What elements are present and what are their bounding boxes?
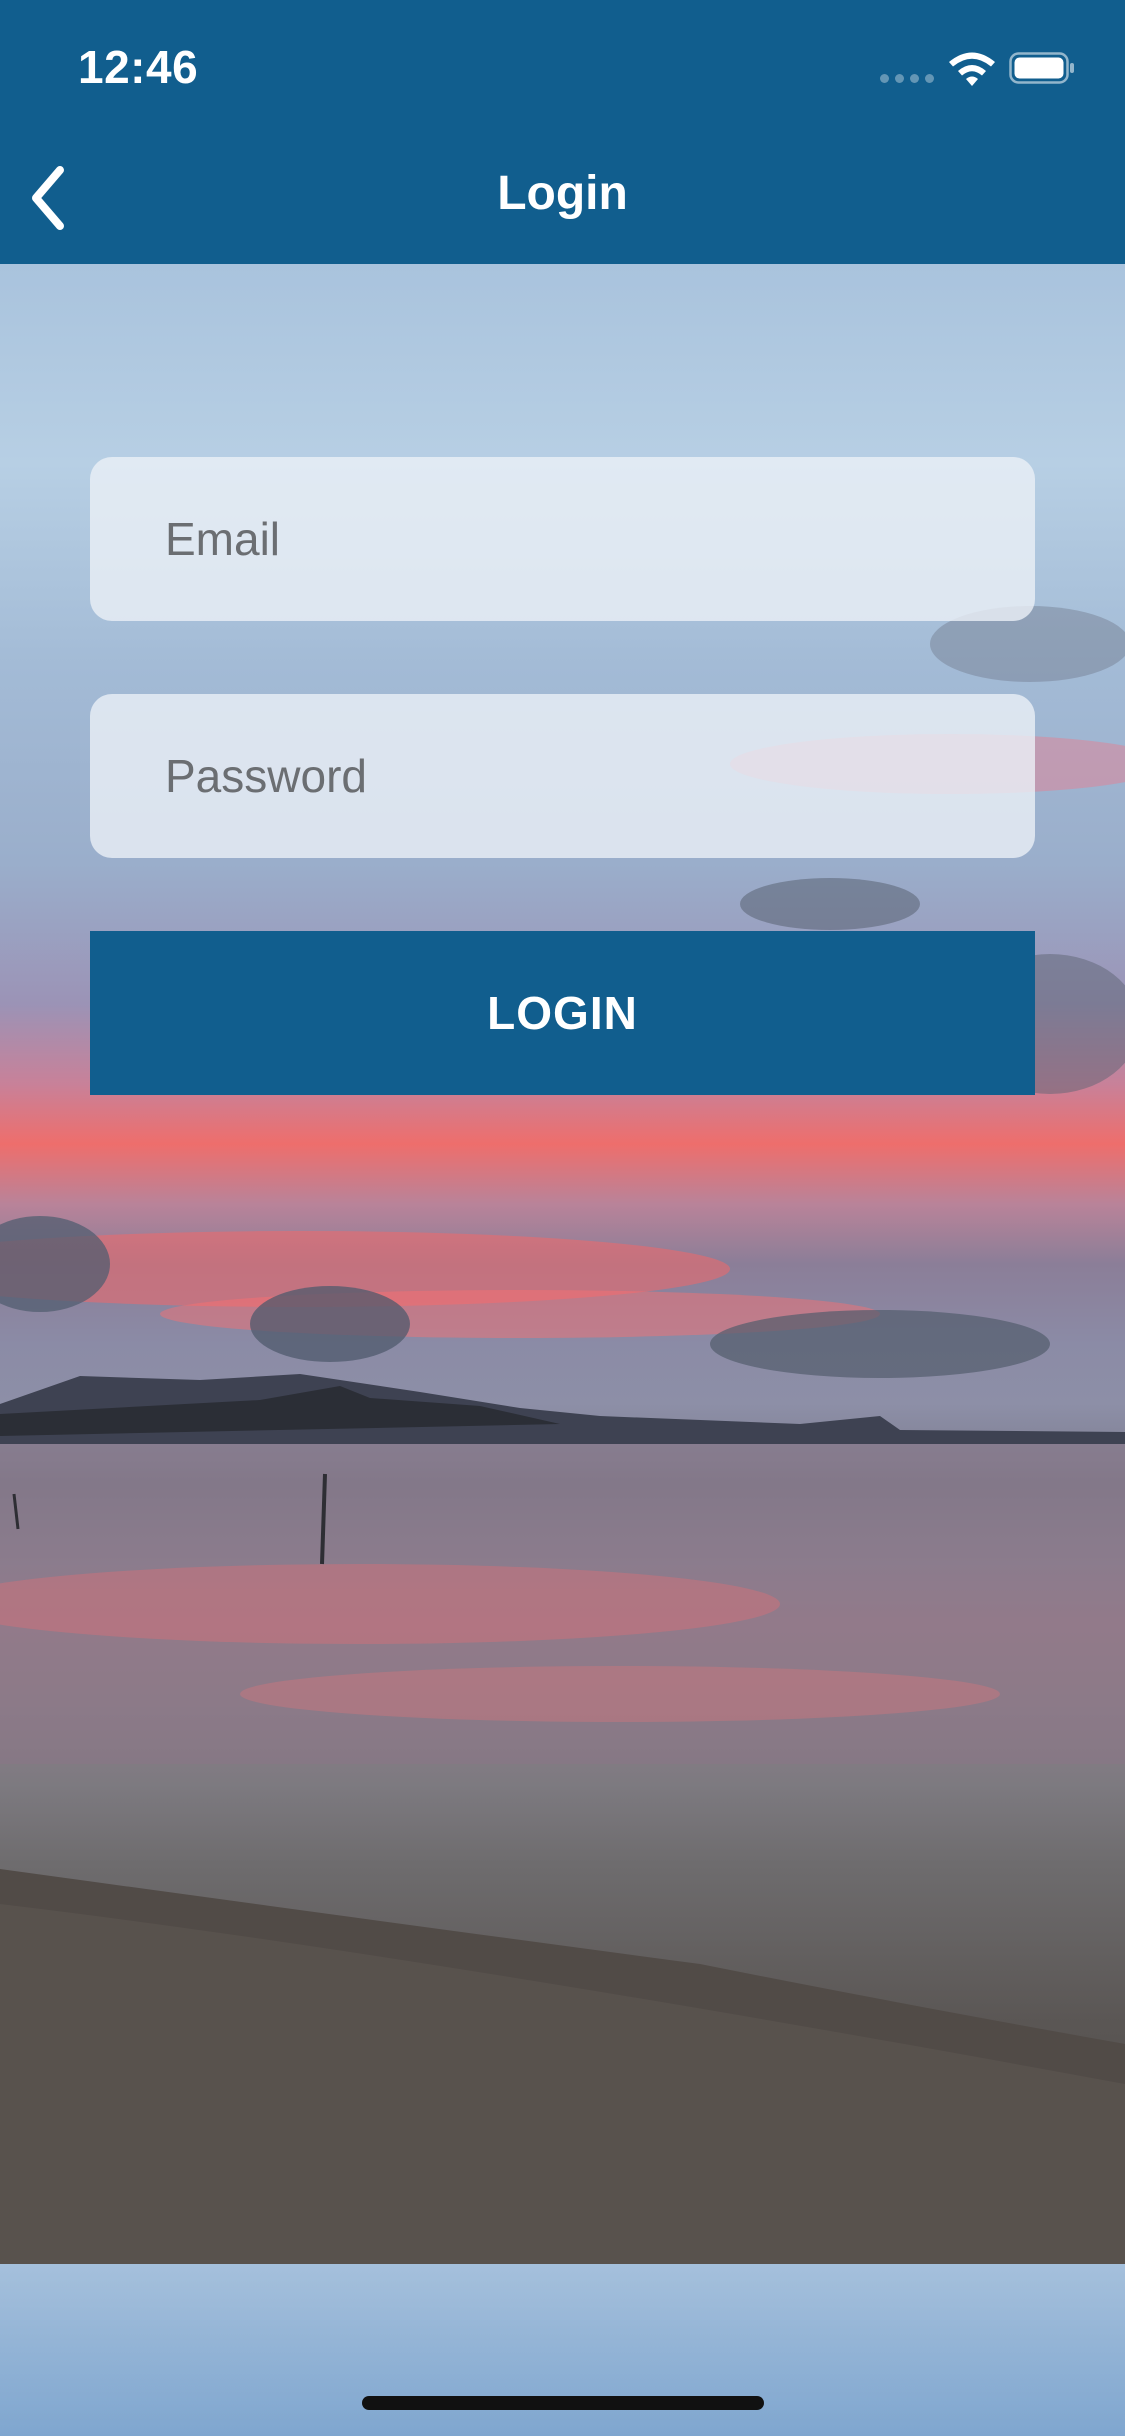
home-indicator[interactable]	[362, 2396, 764, 2410]
battery-icon	[1009, 52, 1074, 84]
app-header: 12:46 Login	[0, 0, 1125, 264]
password-field-container	[90, 694, 1035, 858]
login-button[interactable]: LOGIN	[90, 931, 1035, 1095]
page-title: Login	[497, 167, 628, 220]
wifi-icon	[949, 52, 995, 86]
cellular-signal-icon	[880, 74, 934, 83]
background-sky-strip	[0, 2264, 1125, 2436]
password-field[interactable]	[163, 748, 1035, 804]
status-bar-time: 12:46	[78, 41, 199, 93]
email-field-container	[90, 457, 1035, 621]
email-field[interactable]	[163, 511, 1035, 567]
